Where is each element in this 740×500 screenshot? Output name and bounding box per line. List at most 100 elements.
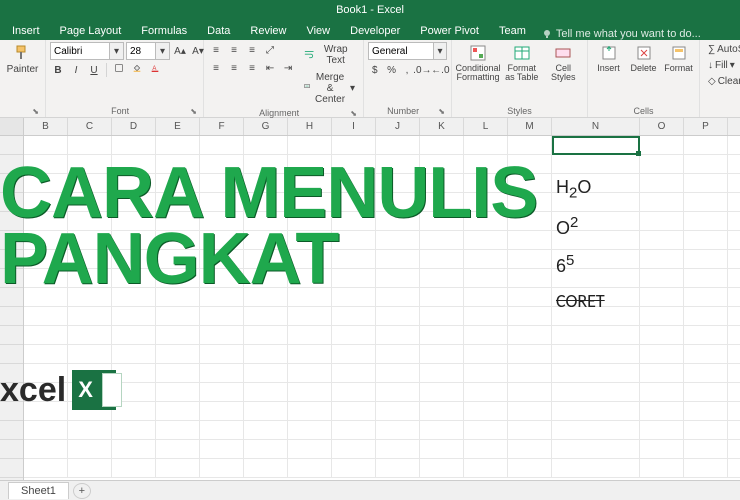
row-header[interactable] xyxy=(0,326,23,345)
tab-power-pivot[interactable]: Power Pivot xyxy=(410,22,489,40)
col-header[interactable]: F xyxy=(200,118,244,135)
select-all-corner[interactable] xyxy=(0,118,24,135)
font-color-button[interactable]: A xyxy=(147,62,163,78)
comma-format-button[interactable]: , xyxy=(402,62,413,78)
selected-cell[interactable] xyxy=(552,136,640,155)
align-top-button[interactable]: ≡ xyxy=(208,42,224,58)
chevron-down-icon[interactable]: ▾ xyxy=(434,42,447,60)
conditional-formatting-button[interactable]: Conditional Formatting xyxy=(456,42,500,85)
col-header[interactable]: B xyxy=(24,118,68,135)
col-header[interactable]: N xyxy=(552,118,640,135)
bold-button[interactable]: B xyxy=(50,62,66,78)
col-header[interactable]: O xyxy=(640,118,684,135)
insert-cells-button[interactable]: Insert xyxy=(592,42,625,75)
indent-icon: ⇥ xyxy=(284,63,292,74)
tab-developer[interactable]: Developer xyxy=(340,22,410,40)
percent-format-button[interactable]: % xyxy=(384,62,400,78)
clipboard-launcher-icon[interactable]: ⬊ xyxy=(32,107,41,116)
column-headers: B C D E F G H I J K L M N O P xyxy=(0,118,740,136)
sheet-tab[interactable]: Sheet1 xyxy=(8,482,69,499)
tab-insert[interactable]: Insert xyxy=(2,22,50,40)
group-cells: Insert Delete Format Cells xyxy=(588,40,700,117)
orientation-button[interactable]: ⤢ xyxy=(262,42,278,58)
row-header[interactable] xyxy=(0,307,23,326)
increase-decimal-button[interactable]: .0→ xyxy=(414,62,430,78)
col-header[interactable]: L xyxy=(464,118,508,135)
col-header[interactable]: I xyxy=(332,118,376,135)
col-header[interactable]: M xyxy=(508,118,552,135)
font-launcher-icon[interactable]: ⬊ xyxy=(190,107,199,116)
tell-me-search[interactable]: Tell me what you want to do... xyxy=(542,28,701,40)
wrap-icon xyxy=(304,49,314,61)
col-header[interactable]: G xyxy=(244,118,288,135)
tab-page-layout[interactable]: Page Layout xyxy=(50,22,132,40)
borders-button[interactable] xyxy=(111,62,127,78)
chevron-down-icon[interactable]: ▾ xyxy=(110,42,124,60)
conditional-formatting-icon xyxy=(469,44,487,62)
cell-n7[interactable]: 65 xyxy=(556,252,574,277)
align-left-icon: ≡ xyxy=(213,63,219,74)
group-label-styles: Styles xyxy=(456,105,583,116)
accounting-format-button[interactable]: $ xyxy=(368,62,382,78)
italic-button[interactable]: I xyxy=(68,62,84,78)
align-left-button[interactable]: ≡ xyxy=(208,60,224,76)
cell-styles-button[interactable]: Cell Styles xyxy=(544,42,584,85)
increase-indent-button[interactable]: ⇥ xyxy=(280,60,296,76)
underline-button[interactable]: U xyxy=(86,62,102,78)
tab-review[interactable]: Review xyxy=(240,22,296,40)
group-editing: ∑AutoSum ↓Fill▾ ◇Clear▾ xyxy=(700,40,740,117)
decrease-decimal-button[interactable]: ←.0 xyxy=(432,62,448,78)
col-header[interactable]: C xyxy=(68,118,112,135)
chevron-down-icon: ▾ xyxy=(350,83,355,94)
tab-team[interactable]: Team xyxy=(489,22,536,40)
col-header[interactable]: K xyxy=(420,118,464,135)
align-top-icon: ≡ xyxy=(213,45,219,56)
clear-button[interactable]: ◇Clear▾ xyxy=(704,74,740,89)
cell-n5[interactable]: O2 xyxy=(556,214,578,239)
overlay-line2: PANGKAT xyxy=(0,226,537,292)
decrease-indent-button[interactable]: ⇤ xyxy=(262,60,278,76)
new-sheet-button[interactable]: + xyxy=(73,483,91,499)
wrap-text-button[interactable]: Wrap Text xyxy=(300,42,359,68)
chevron-down-icon[interactable]: ▾ xyxy=(156,42,170,60)
format-cells-button[interactable]: Format xyxy=(662,42,695,75)
fill-color-button[interactable] xyxy=(129,62,145,78)
delete-cells-button[interactable]: Delete xyxy=(627,42,660,75)
row-header[interactable] xyxy=(0,421,23,440)
number-launcher-icon[interactable]: ⬊ xyxy=(438,107,447,116)
outdent-icon: ⇤ xyxy=(266,63,274,74)
row-header[interactable] xyxy=(0,345,23,364)
col-header[interactable]: E xyxy=(156,118,200,135)
row-header[interactable] xyxy=(0,440,23,459)
insert-icon xyxy=(600,44,618,62)
alignment-launcher-icon[interactable]: ⬊ xyxy=(350,109,359,118)
autosum-button[interactable]: ∑AutoSum xyxy=(704,42,740,57)
fill-button[interactable]: ↓Fill▾ xyxy=(704,58,740,73)
col-header[interactable]: H xyxy=(288,118,332,135)
title-bar: Book1 - Excel xyxy=(0,0,740,20)
tab-view[interactable]: View xyxy=(296,22,340,40)
font-size-combo[interactable] xyxy=(126,42,156,60)
number-format-combo[interactable] xyxy=(368,42,434,60)
merge-center-button[interactable]: Merge & Center ▾ xyxy=(300,70,359,107)
format-painter-button[interactable]: Painter xyxy=(4,42,41,94)
group-label-number: Number xyxy=(368,105,438,116)
tab-formulas[interactable]: Formulas xyxy=(131,22,197,40)
align-center-button[interactable]: ≡ xyxy=(226,60,242,76)
col-header[interactable]: P xyxy=(684,118,728,135)
increase-font-button[interactable]: A▴ xyxy=(172,43,188,59)
lightbulb-icon xyxy=(542,29,552,39)
cell-n9[interactable]: CORET xyxy=(556,290,605,312)
tab-data[interactable]: Data xyxy=(197,22,240,40)
align-middle-button[interactable]: ≡ xyxy=(226,42,242,58)
cell-n3[interactable]: H2O xyxy=(556,176,591,202)
orientation-icon: ⤢ xyxy=(266,45,274,56)
align-right-button[interactable]: ≡ xyxy=(244,60,260,76)
col-header[interactable]: J xyxy=(376,118,420,135)
border-icon xyxy=(115,64,123,76)
format-as-table-button[interactable]: Format as Table xyxy=(502,42,542,85)
font-name-combo[interactable] xyxy=(50,42,110,60)
col-header[interactable]: D xyxy=(112,118,156,135)
row-header[interactable] xyxy=(0,459,23,478)
align-bottom-button[interactable]: ≡ xyxy=(244,42,260,58)
